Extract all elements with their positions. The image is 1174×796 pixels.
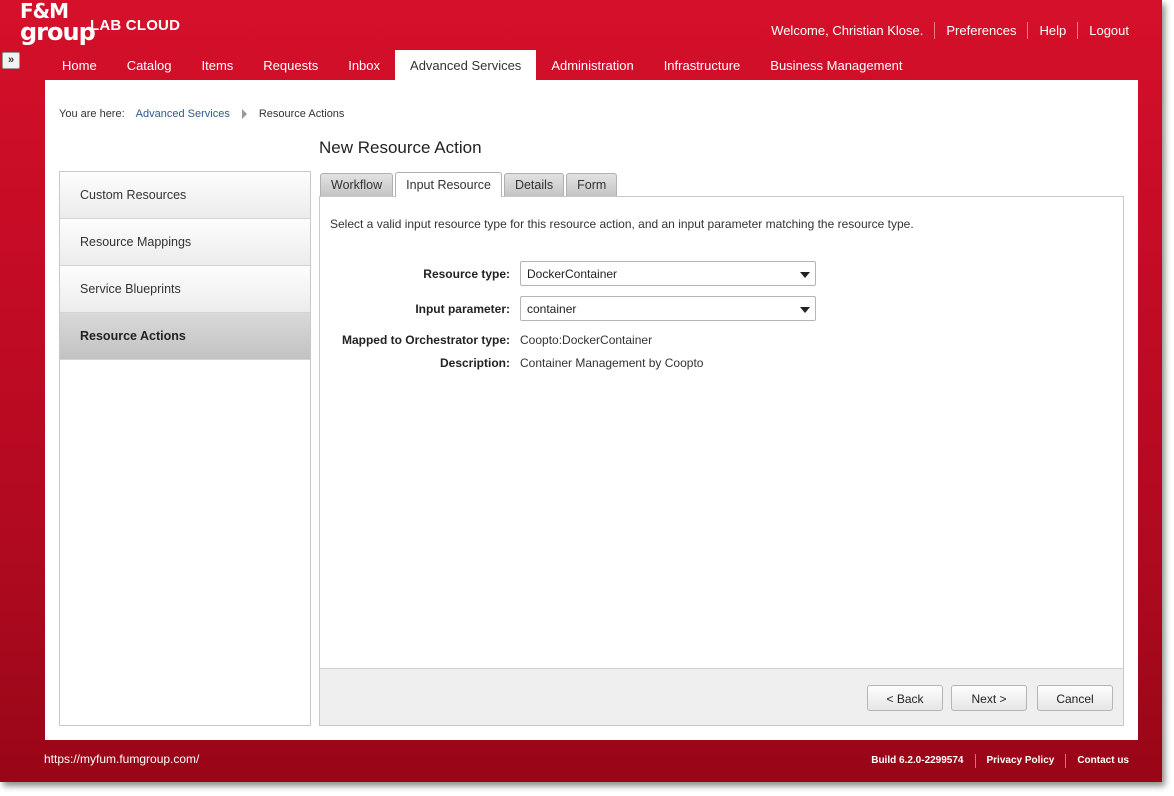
nav-tab-advanced-services[interactable]: Advanced Services	[395, 50, 537, 80]
app-window: F&M group LAB CLOUD » Welcome, Christian…	[0, 0, 1162, 782]
build-number: Build 6.2.0-2299574	[871, 755, 964, 766]
description-label: Description:	[439, 356, 510, 370]
sidebar-item-resource-actions[interactable]: Resource Actions	[60, 313, 310, 360]
footer-links: Build 6.2.0-2299574 Privacy Policy Conta…	[860, 754, 1129, 768]
breadcrumb-link-advanced-services[interactable]: Advanced Services	[136, 108, 230, 120]
site-url[interactable]: https://myfum.fumgroup.com/	[44, 752, 199, 766]
next-button[interactable]: Next >	[951, 685, 1027, 711]
input-parameter-value: container	[527, 302, 577, 316]
nav-tab-business-management[interactable]: Business Management	[755, 50, 917, 80]
help-link[interactable]: Help	[1027, 22, 1077, 39]
breadcrumb-chevron-icon	[241, 109, 247, 119]
mapped-type-label: Mapped to Orchestrator type:	[341, 333, 510, 347]
expand-panel-icon[interactable]: »	[2, 52, 20, 69]
user-bar: Welcome, Christian Klose. Preferences He…	[760, 22, 1142, 39]
contact-us-link[interactable]: Contact us	[1065, 754, 1129, 768]
cancel-button[interactable]: Cancel	[1037, 685, 1113, 711]
description-row: Description: Container Management by Coo…	[320, 356, 703, 370]
resource-type-value: DockerContainer	[527, 267, 618, 281]
nav-tab-inbox[interactable]: Inbox	[333, 50, 395, 80]
content-area: You are here: Advanced Services Resource…	[45, 80, 1138, 740]
nav-tab-home[interactable]: Home	[47, 50, 112, 80]
description-value: Container Management by Coopto	[520, 356, 704, 370]
breadcrumb: You are here: Advanced Services Resource…	[59, 108, 344, 120]
input-parameter-row: Input parameter: container	[320, 296, 816, 321]
breadcrumb-prefix: You are here:	[59, 108, 125, 120]
mapped-type-value: Coopto:DockerContainer	[520, 333, 653, 347]
nav-tab-administration[interactable]: Administration	[536, 50, 648, 80]
tab-details[interactable]: Details	[503, 173, 565, 196]
sidebar-item-custom-resources[interactable]: Custom Resources	[60, 172, 310, 219]
welcome-text: Welcome, Christian Klose.	[771, 23, 924, 38]
resource-type-label: Resource type:	[423, 266, 510, 281]
brand-title: LAB CLOUD	[90, 17, 181, 34]
resource-type-row: Resource type: DockerContainer	[320, 261, 816, 286]
intro-text: Select a valid input resource type for t…	[330, 217, 914, 231]
chevron-down-icon	[800, 307, 810, 313]
back-button[interactable]: < Back	[867, 685, 943, 711]
tab-input-resource[interactable]: Input Resource	[395, 172, 502, 197]
page-title: New Resource Action	[319, 138, 482, 157]
fm-group-logo: F&M group	[20, 1, 96, 48]
nav-tab-catalog[interactable]: Catalog	[112, 50, 187, 80]
input-resource-panel: Select a valid input resource type for t…	[319, 196, 1124, 726]
input-parameter-label: Input parameter:	[415, 301, 510, 316]
mapped-type-row: Mapped to Orchestrator type: Coopto:Dock…	[320, 333, 652, 347]
resource-type-select[interactable]: DockerContainer	[520, 261, 816, 286]
preferences-link[interactable]: Preferences	[934, 22, 1027, 39]
nav-tab-infrastructure[interactable]: Infrastructure	[649, 50, 756, 80]
sidebar: Custom Resources Resource Mappings Servi…	[59, 171, 311, 726]
logo-line2: group	[20, 18, 96, 46]
chevron-down-icon	[800, 272, 810, 278]
nav-tab-requests[interactable]: Requests	[248, 50, 333, 80]
privacy-policy-link[interactable]: Privacy Policy	[974, 754, 1066, 768]
tab-form[interactable]: Form	[566, 173, 618, 196]
sidebar-item-service-blueprints[interactable]: Service Blueprints	[60, 266, 310, 313]
sidebar-item-resource-mappings[interactable]: Resource Mappings	[60, 219, 310, 266]
input-parameter-select[interactable]: container	[520, 296, 816, 321]
logout-link[interactable]: Logout	[1077, 22, 1142, 39]
wizard-tabs: Workflow Input Resource Details Form	[320, 172, 619, 197]
tab-workflow[interactable]: Workflow	[320, 173, 394, 196]
wizard-button-bar: < Back Next > Cancel	[320, 668, 1123, 725]
main-navigation: Home Catalog Items Requests Inbox Advanc…	[47, 50, 918, 80]
nav-tab-items[interactable]: Items	[187, 50, 249, 80]
breadcrumb-current: Resource Actions	[258, 108, 345, 120]
